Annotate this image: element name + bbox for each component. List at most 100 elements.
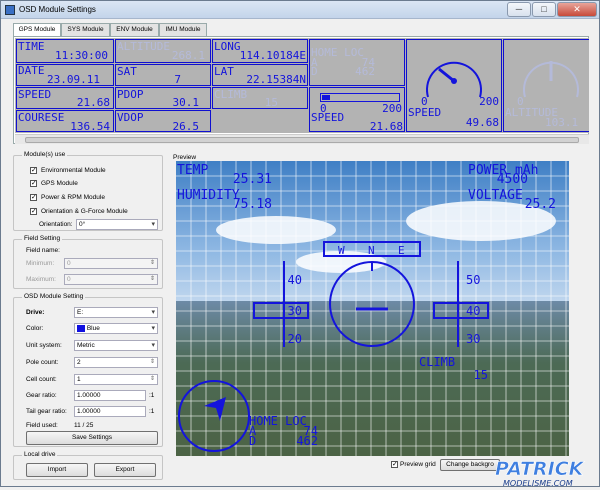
minimize-button[interactable]: ─ — [507, 2, 531, 17]
right-tick-1: 50 — [466, 273, 480, 287]
homeloc-d-value: 462 — [296, 434, 318, 448]
unit-system-select[interactable]: Metric — [74, 340, 158, 351]
drive-label: Drive: — [26, 309, 45, 316]
gear-ratio-suffix: :1 — [149, 392, 155, 399]
speed-gauge-value: 49.68 — [465, 116, 499, 129]
right-box-value: 40 — [466, 304, 480, 318]
tab-gps-module[interactable]: GPS Module — [13, 23, 61, 37]
minimum-label: Minimum: — [26, 260, 55, 267]
voltage-label: VOLTAGE — [468, 188, 523, 203]
homeloc-d: D — [249, 434, 256, 448]
compass-w: W — [338, 244, 345, 257]
maximum-label: Maximum: — [26, 276, 56, 283]
lat-value: 22.15384N — [246, 73, 306, 86]
long-value: 114.10184E — [239, 49, 306, 62]
homeloc-d-value: 462 — [355, 65, 375, 78]
time-value: 11:30:00 — [55, 49, 108, 62]
right-tick-3: 30 — [466, 332, 480, 346]
osd-preview-overlay: TEMP 25.31 HUMIDITY 75.18 POWER mAh 4500… — [177, 163, 556, 452]
orientation-select[interactable]: 0° — [76, 219, 158, 230]
settings-column: Module(s) use ✓ Environmental Module ✓ G… — [13, 151, 163, 481]
vdop-value: 26.5 — [172, 120, 200, 133]
home-direction-arrow — [204, 397, 226, 421]
left-box-value: 30 — [288, 304, 302, 318]
pole-count-label: Pole count: — [26, 359, 59, 366]
temp-label: TEMP — [177, 163, 208, 178]
color-label: Color: — [26, 325, 44, 332]
drive-select[interactable]: E: — [74, 307, 158, 318]
color-swatch — [77, 324, 85, 332]
tab-sys-module[interactable]: SYS Module — [61, 23, 110, 36]
color-select[interactable]: Blue — [74, 323, 158, 334]
speed-gauge-max: 200 — [479, 95, 499, 108]
tail-gear-ratio-suffix: :1 — [149, 408, 155, 415]
close-button[interactable]: ✕ — [557, 2, 597, 17]
field-setting-group: Field Setting Field name: Minimum: 0 Max… — [13, 235, 163, 289]
temp-value: 25.31 — [233, 172, 272, 187]
speed-bar-value: 21.68 — [369, 120, 403, 133]
pdop-value: 30.1 — [172, 96, 200, 109]
local-drive-group: Local drive Import Export — [13, 451, 163, 480]
climb-value: 15 — [264, 96, 278, 109]
app-window: OSD Module Settings ─ □ ✕ GPS Module SYS… — [0, 0, 600, 488]
gps-module-panel: TIME 11:30:00 ALTITUDE 268.1 LONG 114.10… — [13, 36, 589, 144]
modules-group-title: Module(s) use — [22, 151, 68, 158]
app-icon — [5, 5, 15, 15]
speed-value: 21.68 — [76, 96, 110, 109]
preview-canvas[interactable]: TEMP 25.31 HUMIDITY 75.18 POWER mAh 4500… — [176, 161, 569, 456]
environmental-module-label: Environmental Module — [41, 167, 106, 174]
cell-count-input[interactable]: 1 — [74, 374, 158, 385]
power-value: 4500 — [497, 172, 528, 187]
orientation-module-checkbox[interactable]: ✓ — [30, 208, 37, 215]
compass-e: E — [398, 244, 405, 257]
orientation-label: Orientation: — [39, 221, 73, 228]
attitude-indicator — [329, 261, 415, 347]
pole-count-input[interactable]: 2 — [74, 357, 158, 368]
climb-label: CLIMB — [419, 355, 455, 369]
maximize-button[interactable]: □ — [532, 2, 556, 17]
modules-group: Module(s) use ✓ Environmental Module ✓ G… — [13, 151, 163, 231]
svg-text:PATRICK: PATRICK — [495, 458, 585, 480]
gear-ratio-label: Gear ratio: — [26, 392, 57, 399]
field-name-label: Field name: — [26, 247, 60, 254]
title-bar: OSD Module Settings ─ □ ✕ — [1, 1, 599, 19]
field-setting-title: Field Setting — [22, 235, 63, 242]
altitude-gauge-dial — [523, 61, 579, 98]
orientation-module-label: Orientation & G-Force Module — [41, 208, 128, 215]
scrollbar-thumb[interactable] — [25, 137, 579, 143]
compass-n: N — [368, 244, 375, 257]
preview-title: Preview — [173, 154, 197, 161]
export-button[interactable]: Export — [94, 463, 156, 477]
speed-bar-max: 200 — [382, 102, 402, 115]
preview-grid-checkbox[interactable]: ✓ — [391, 461, 398, 468]
environmental-module-checkbox[interactable]: ✓ — [30, 167, 37, 174]
tab-env-module[interactable]: ENV Module — [110, 23, 159, 36]
maximum-input[interactable]: 0 — [64, 274, 158, 285]
cell-count-label: Cell count: — [26, 376, 57, 383]
horizontal-scrollbar[interactable] — [15, 134, 589, 144]
left-tick-3: 20 — [288, 332, 302, 346]
gps-osd-fields: TIME 11:30:00 ALTITUDE 268.1 LONG 114.10… — [15, 38, 589, 133]
gear-ratio-input[interactable]: 1.00000 — [74, 390, 146, 401]
window-title: OSD Module Settings — [19, 5, 96, 14]
gps-module-label: GPS Module — [41, 180, 78, 187]
altitude-value: 268.1 — [171, 49, 205, 62]
home-direction-compass — [178, 380, 250, 452]
osd-setting-title: OSD Module Setting — [22, 293, 86, 300]
preview-grid-label: Preview grid — [400, 461, 436, 468]
minimum-input[interactable]: 0 — [64, 258, 158, 269]
tail-gear-ratio-input[interactable]: 1.00000 — [74, 406, 146, 417]
power-rpm-module-label: Power & RPM Module — [41, 194, 105, 201]
tab-imu-module[interactable]: IMU Module — [159, 23, 207, 36]
import-button[interactable]: Import — [26, 463, 88, 477]
climb-value: 15 — [474, 368, 488, 382]
local-drive-title: Local drive — [22, 451, 58, 458]
watermark-graphic: PATRICK MODELISME.COM — [495, 458, 585, 488]
power-rpm-module-checkbox[interactable]: ✓ — [30, 194, 37, 201]
voltage-value: 25.2 — [525, 197, 556, 212]
unit-system-label: Unit system: — [26, 342, 62, 349]
gps-module-checkbox[interactable]: ✓ — [30, 180, 37, 187]
save-settings-button[interactable]: Save Settings — [26, 431, 158, 445]
homeloc-label: HOME LOC — [249, 414, 307, 428]
osd-module-setting-group: OSD Module Setting Drive: E: Color: Blue… — [13, 293, 163, 447]
